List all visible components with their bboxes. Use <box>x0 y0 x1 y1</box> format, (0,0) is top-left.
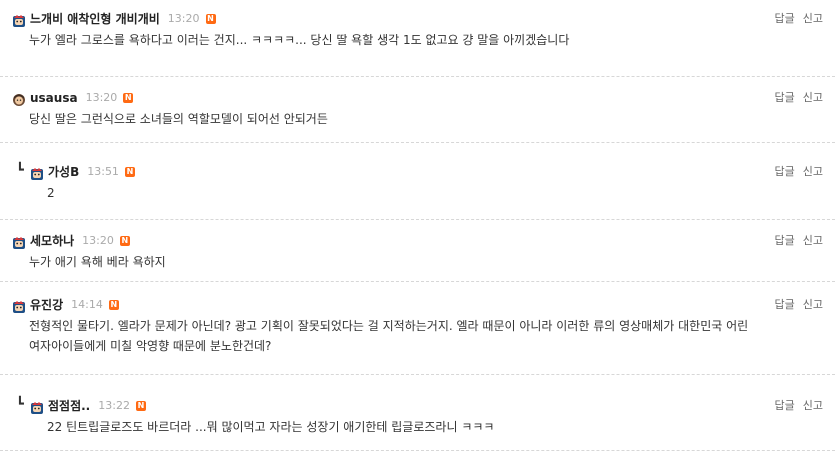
report-button[interactable]: 신고 <box>803 294 823 316</box>
report-button[interactable]: 신고 <box>803 161 823 183</box>
comment-author[interactable]: 가성B <box>48 161 79 183</box>
comment-time: 13:22 <box>98 399 130 412</box>
comment-author[interactable]: 유진강 <box>30 294 63 316</box>
comment-actions: 답글 신고 <box>775 230 824 252</box>
reply-button[interactable]: 답글 <box>775 294 795 316</box>
comment-text: 전형적인 물타기. 엘라가 문제가 아닌데? 광고 기획이 잘못되었다는 걸 지… <box>29 319 749 353</box>
comment-author[interactable]: 느개비 애착인형 개비개비 <box>30 8 160 30</box>
report-button[interactable]: 신고 <box>803 395 823 417</box>
comment-text: 누가 엘라 그로스를 욕하다고 이러는 건지... ㅋㅋㅋㅋ... 당신 딸 욕… <box>29 33 570 47</box>
reply-button[interactable]: 답글 <box>775 87 795 109</box>
comment-text: 2 <box>47 186 55 200</box>
reply-button[interactable]: 답글 <box>775 395 795 417</box>
comment-actions: 답글 신고 <box>775 395 824 417</box>
comment-time: 13:20 <box>85 91 118 104</box>
reply-button[interactable]: 답글 <box>775 8 795 30</box>
comment-text: 누가 애기 욕해 베라 욕하지 <box>29 255 166 269</box>
comment-item: 세모하나 13:20 N 답글 신고 누가 애기 욕해 베라 욕하지 <box>0 220 835 282</box>
reply-button[interactable]: 답글 <box>775 161 795 183</box>
comment-actions: 답글 신고 <box>775 161 824 183</box>
new-badge-icon: N <box>108 300 119 310</box>
reply-arrow-icon: ┗ <box>16 163 24 178</box>
comment-header: 유진강 14:14 N 답글 신고 <box>12 282 835 316</box>
new-badge-icon: N <box>205 14 216 24</box>
new-badge-icon: N <box>124 167 135 177</box>
comment-text: 당신 딸은 그런식으로 소녀들의 역할모델이 되어선 안되거든 <box>29 112 328 126</box>
comment-header: usausa 13:20 N 답글 신고 <box>12 77 835 109</box>
comment-actions: 답글 신고 <box>775 87 824 109</box>
new-badge-icon: N <box>135 401 146 411</box>
comment-time: 13:20 <box>82 234 114 247</box>
comment-header: ┗ 점점점.. 13:22 N 답글 신고 <box>16 375 835 417</box>
reply-button[interactable]: 답글 <box>775 230 795 252</box>
comment-author[interactable]: usausa <box>30 87 78 109</box>
comment-item: 유진강 14:14 N 답글 신고 전형적인 물타기. 엘라가 문제가 아닌데?… <box>0 282 835 375</box>
comment-time: 13:51 <box>87 165 119 178</box>
reply-arrow-icon: ┗ <box>16 397 24 412</box>
new-badge-icon: N <box>123 93 134 103</box>
reply-item: ┗ 가성B 13:51 N 답글 신고 2 <box>0 143 835 220</box>
comment-item: usausa 13:20 N 답글 신고 당신 딸은 그런식으로 소녀들의 역할… <box>0 77 835 143</box>
comment-list: 느개비 애착인형 개비개비 13:20 N 답글 신고 누가 엘라 그로스를 욕… <box>0 0 835 451</box>
comment-time: 13:20 <box>167 12 200 25</box>
character-avatar-icon[interactable] <box>12 91 26 106</box>
comment-header: ┗ 가성B 13:51 N 답글 신고 <box>16 143 835 183</box>
comment-header: 세모하나 13:20 N 답글 신고 <box>12 220 835 252</box>
comment-text: 22 틴트립글로즈도 바르더라 ...뭐 많이먹고 자라는 성장기 애기한테 립… <box>47 420 495 434</box>
cartoon-avatar-icon[interactable] <box>30 165 44 180</box>
report-button[interactable]: 신고 <box>803 8 823 30</box>
comment-author[interactable]: 점점점.. <box>48 395 90 417</box>
comment-item: 느개비 애착인형 개비개비 13:20 N 답글 신고 누가 엘라 그로스를 욕… <box>0 0 835 77</box>
comment-header: 느개비 애착인형 개비개비 13:20 N 답글 신고 <box>12 0 835 30</box>
report-button[interactable]: 신고 <box>803 87 823 109</box>
new-badge-icon: N <box>119 236 130 246</box>
cartoon-avatar-icon[interactable] <box>12 234 26 249</box>
comment-actions: 답글 신고 <box>775 8 824 30</box>
comment-actions: 답글 신고 <box>775 294 824 316</box>
cartoon-avatar-icon[interactable] <box>30 399 44 414</box>
reply-item: ┗ 점점점.. 13:22 N 답글 신고 22 틴트립글로즈도 바르더라 ..… <box>0 375 835 451</box>
comment-time: 14:14 <box>71 298 103 311</box>
cartoon-avatar-icon[interactable] <box>12 12 26 27</box>
cartoon-avatar-icon[interactable] <box>12 298 26 313</box>
report-button[interactable]: 신고 <box>803 230 823 252</box>
comment-author[interactable]: 세모하나 <box>30 230 74 252</box>
